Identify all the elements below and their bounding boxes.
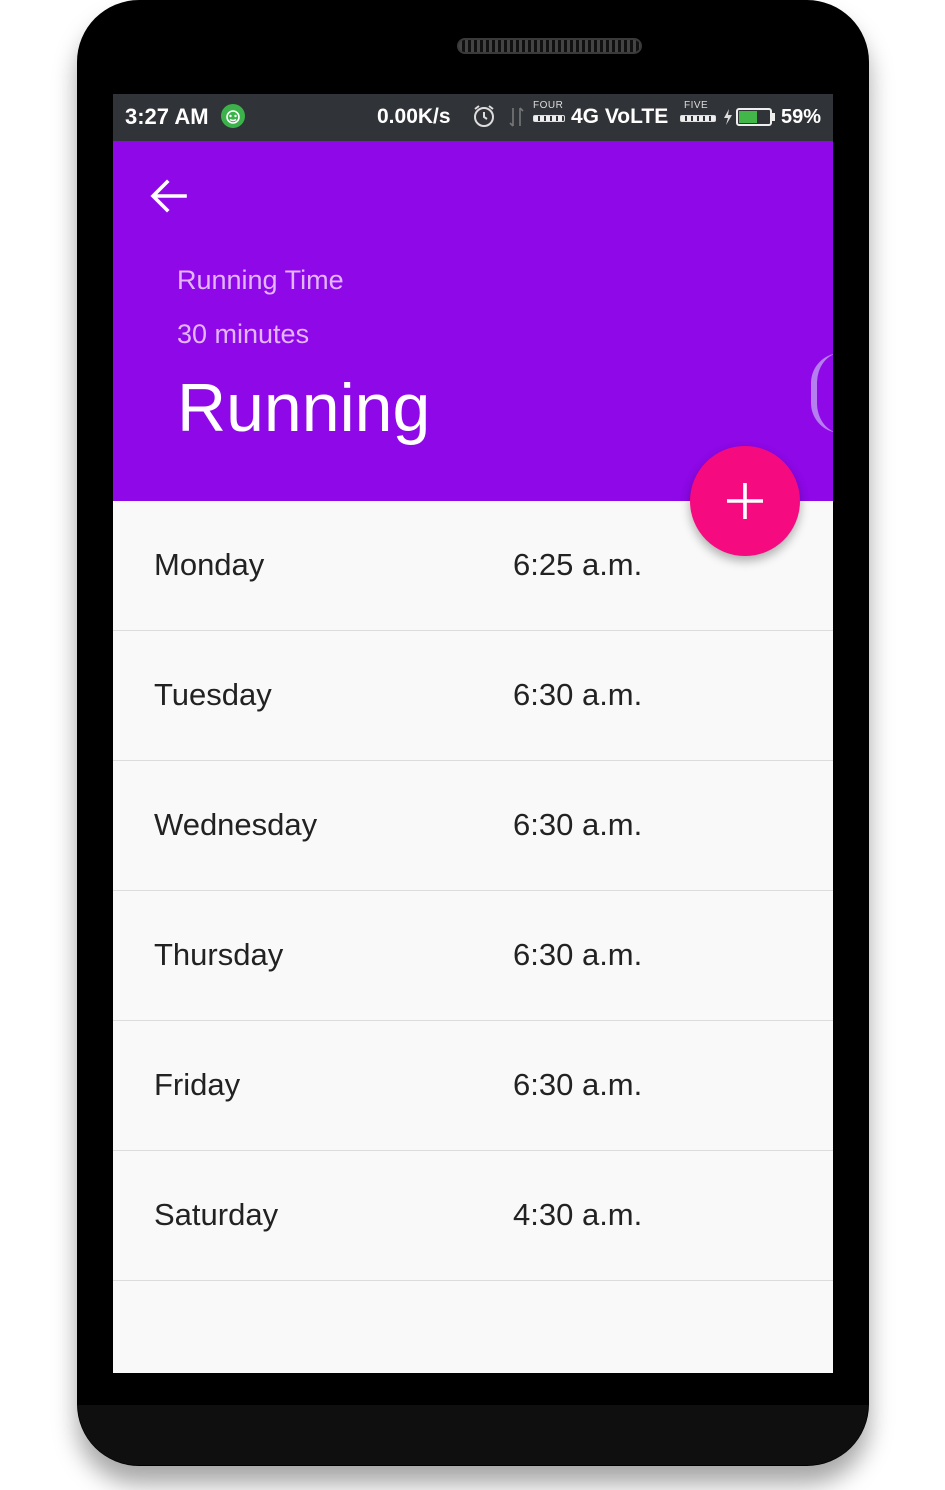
app-notification-icon [221,104,245,128]
page-title: Running [177,370,431,446]
battery-icon [736,108,772,126]
overscroll-edge-indicator [811,353,833,433]
list-item[interactable]: Saturday 4:30 a.m. [113,1151,833,1281]
day-label: Wednesday [154,807,318,842]
status-network-type: 4G VoLTE [571,105,669,128]
add-button[interactable] [690,446,800,556]
charging-icon [723,108,733,131]
data-transfer-icon [508,106,526,133]
day-label: Thursday [154,937,284,972]
day-label: Tuesday [154,677,272,712]
sim2-signal-bars [680,115,716,122]
signal-icon: FOUR [533,100,567,130]
battery-fill [739,111,757,123]
status-battery-percent: 59% [781,106,822,128]
day-label: Friday [154,1067,241,1102]
status-net-speed: 0.00K/s [377,105,451,128]
list-item[interactable]: Tuesday 6:30 a.m. [113,631,833,761]
time-label: 6:30 a.m. [513,1067,643,1102]
app-header: Running Time 30 minutes Running [113,141,833,501]
alarm-icon [471,103,497,134]
time-label: 6:25 a.m. [513,547,643,582]
back-button[interactable] [147,174,191,218]
time-label: 6:30 a.m. [513,807,643,842]
day-label: Monday [154,547,265,582]
sim1-signal-bars [533,115,565,122]
arrow-left-icon [150,179,187,213]
time-label: 6:30 a.m. [513,937,643,972]
status-bar: 3:27 AM 0.00K/s FOUR 4G VoLTE FIVE 59% [113,94,833,141]
list-item[interactable]: Thursday 6:30 a.m. [113,891,833,1021]
sim1-label: FOUR [533,100,564,111]
day-label: Saturday [154,1197,279,1232]
schedule-list: Monday 6:25 a.m. Tuesday 6:30 a.m. Wedne… [113,501,833,1281]
battery-tip [772,113,775,121]
signal-icon: FIVE [680,100,716,130]
app-screen: 3:27 AM 0.00K/s FOUR 4G VoLTE FIVE 59% R… [113,94,833,1373]
earpiece-speaker [457,38,642,54]
plus-icon [727,483,763,519]
status-time: 3:27 AM [125,104,209,129]
phone-bottom-bezel [78,1405,868,1465]
header-label: Running Time [177,265,344,295]
time-label: 6:30 a.m. [513,677,643,712]
header-duration: 30 minutes [177,319,310,349]
list-item[interactable]: Wednesday 6:30 a.m. [113,761,833,891]
sim2-label: FIVE [684,100,709,111]
time-label: 4:30 a.m. [513,1197,643,1232]
list-item[interactable]: Friday 6:30 a.m. [113,1021,833,1151]
